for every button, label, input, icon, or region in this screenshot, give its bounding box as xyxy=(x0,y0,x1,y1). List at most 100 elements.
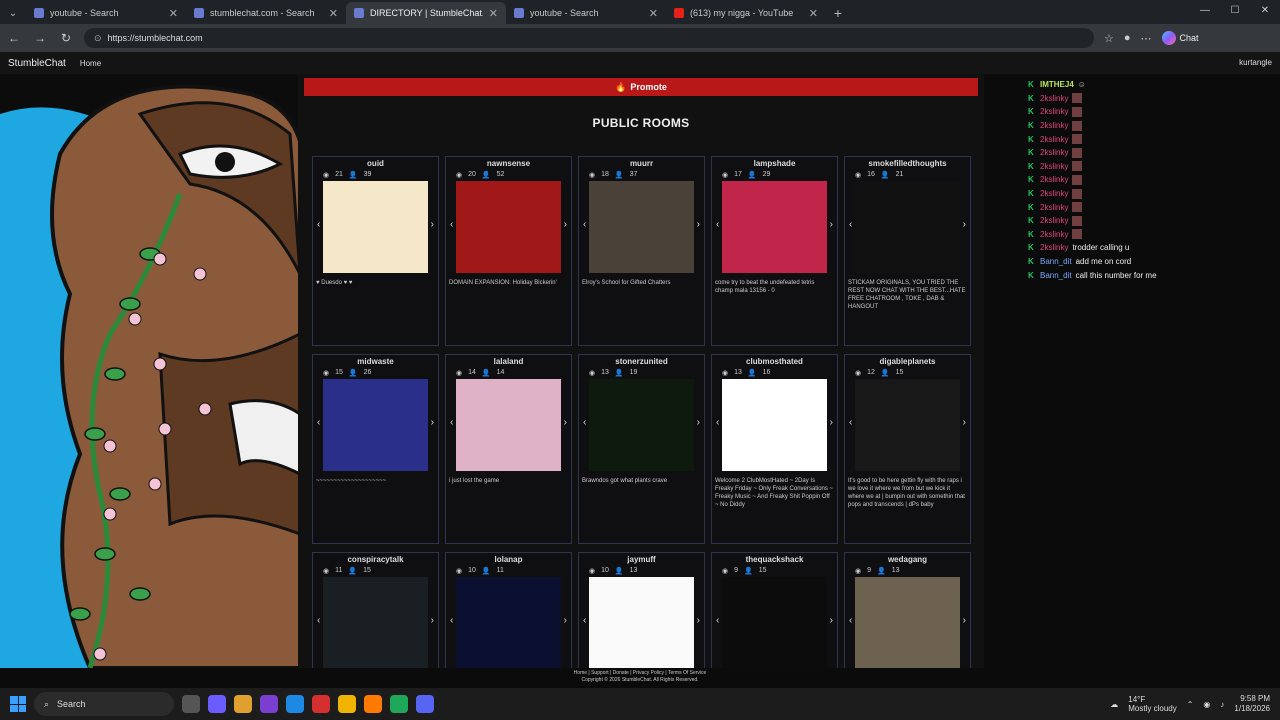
close-window-icon[interactable]: ✕ xyxy=(1250,0,1280,22)
next-arrow-icon[interactable]: › xyxy=(963,417,966,428)
tab-search-menu-icon[interactable]: ⌄ xyxy=(0,2,26,24)
prev-arrow-icon[interactable]: ‹ xyxy=(317,615,320,626)
room-thumbnail[interactable] xyxy=(722,379,827,471)
chat-image[interactable] xyxy=(1072,188,1083,199)
chat-username[interactable]: 2kslinky xyxy=(1040,121,1068,130)
room-card[interactable]: muurr ◉ 18 👤 37 ‹ › Elroy's School for Gifted C… xyxy=(578,156,705,346)
prev-arrow-icon[interactable]: ‹ xyxy=(317,417,320,428)
profile-icon[interactable]: ● xyxy=(1124,32,1131,44)
chat-image[interactable] xyxy=(1072,93,1083,104)
start-icon[interactable] xyxy=(10,696,26,712)
footer-links[interactable]: Home | Support | Donate | Privacy Policy… xyxy=(0,670,1280,677)
next-arrow-icon[interactable]: › xyxy=(963,219,966,230)
room-card[interactable]: lalaland ◉ 14 👤 14 ‹ › i just lost the game xyxy=(445,354,572,544)
prev-arrow-icon[interactable]: ‹ xyxy=(317,219,320,230)
room-card[interactable]: thequackshack ◉ 9 👤 15 ‹ › xyxy=(711,552,838,668)
chat-username[interactable]: 2kslinky xyxy=(1040,175,1068,184)
room-card[interactable]: lampshade ◉ 17 👤 29 ‹ › come try to beat the un… xyxy=(711,156,838,346)
room-thumbnail[interactable] xyxy=(323,577,428,668)
forward-icon[interactable]: → xyxy=(32,31,48,45)
favorite-icon[interactable]: ☆ xyxy=(1104,32,1114,45)
browser-tab[interactable]: (613) my nigga - YouTube ✕ xyxy=(666,2,826,24)
taskbar-search[interactable]: ⌕ Search xyxy=(34,692,174,716)
close-tab-icon[interactable]: ✕ xyxy=(649,7,658,20)
app-green-icon[interactable] xyxy=(390,695,408,713)
prev-arrow-icon[interactable]: ‹ xyxy=(583,615,586,626)
next-arrow-icon[interactable]: › xyxy=(431,417,434,428)
prev-arrow-icon[interactable]: ‹ xyxy=(716,615,719,626)
chat-image[interactable] xyxy=(1072,161,1083,172)
close-tab-icon[interactable]: ✕ xyxy=(169,7,178,20)
prev-arrow-icon[interactable]: ‹ xyxy=(849,417,852,428)
room-thumbnail[interactable] xyxy=(722,181,827,273)
prev-arrow-icon[interactable]: ‹ xyxy=(849,219,852,230)
chat-username[interactable]: 2kslinky xyxy=(1040,230,1068,239)
current-user[interactable]: kurtangle xyxy=(1239,58,1272,67)
room-thumbnail[interactable] xyxy=(589,379,694,471)
room-thumbnail[interactable] xyxy=(456,577,561,668)
weather-icon[interactable]: ☁ xyxy=(1110,700,1118,709)
prev-arrow-icon[interactable]: ‹ xyxy=(716,219,719,230)
weather-widget[interactable]: 14°F Mostly cloudy xyxy=(1128,695,1176,713)
system-clock[interactable]: 9:58 PM 1/18/2026 xyxy=(1234,694,1270,714)
room-thumbnail[interactable] xyxy=(855,577,960,668)
next-arrow-icon[interactable]: › xyxy=(830,615,833,626)
chat-image[interactable] xyxy=(1072,147,1083,158)
chat-image[interactable] xyxy=(1072,174,1083,185)
close-tab-icon[interactable]: ✕ xyxy=(329,7,338,20)
promote-button[interactable]: 🔥 Promote xyxy=(304,78,978,96)
next-arrow-icon[interactable]: › xyxy=(697,219,700,230)
chevron-up-icon[interactable]: ⌃ xyxy=(1187,700,1194,709)
store-app-icon[interactable] xyxy=(234,695,252,713)
chat-image[interactable] xyxy=(1072,106,1083,117)
browser-tab[interactable]: youtube - Search ✕ xyxy=(506,2,666,24)
room-card[interactable]: midwaste ◉ 15 👤 26 ‹ › ~~~~~~~~~~~~~~~~~~~~ xyxy=(312,354,439,544)
app-red-icon[interactable] xyxy=(312,695,330,713)
edge-icon[interactable] xyxy=(286,695,304,713)
volume-icon[interactable]: ♪ xyxy=(1220,700,1224,709)
chat-username[interactable]: 2kslinky xyxy=(1040,162,1068,171)
room-thumbnail[interactable] xyxy=(855,181,960,273)
network-icon[interactable]: ◉ xyxy=(1203,700,1210,709)
next-arrow-icon[interactable]: › xyxy=(963,615,966,626)
prev-arrow-icon[interactable]: ‹ xyxy=(450,417,453,428)
room-thumbnail[interactable] xyxy=(456,181,561,273)
room-card[interactable]: smokefilledthoughts ◉ 16 👤 21 ‹ › STICKAM ORIGI… xyxy=(844,156,971,346)
prev-arrow-icon[interactable]: ‹ xyxy=(583,219,586,230)
browser-tab[interactable]: DIRECTORY | StumbleChat.com ✕ xyxy=(346,2,506,24)
menu-icon[interactable]: ⋯ xyxy=(1141,32,1152,45)
discord-icon[interactable] xyxy=(416,695,434,713)
next-arrow-icon[interactable]: › xyxy=(431,219,434,230)
next-arrow-icon[interactable]: › xyxy=(431,615,434,626)
chat-username[interactable]: 2kslinky xyxy=(1040,148,1068,157)
room-card[interactable]: ouid ◉ 21 👤 39 ‹ › ♥ Duesdo ♥ ♥ xyxy=(312,156,439,346)
chat-username[interactable]: 2kslinky xyxy=(1040,94,1068,103)
room-card[interactable]: digableplanets ◉ 12 👤 15 ‹ › It's good to be he… xyxy=(844,354,971,544)
room-thumbnail[interactable] xyxy=(589,181,694,273)
chat-username[interactable]: 2kslinky xyxy=(1040,107,1068,116)
room-thumbnail[interactable] xyxy=(589,577,694,668)
prev-arrow-icon[interactable]: ‹ xyxy=(450,615,453,626)
prev-arrow-icon[interactable]: ‹ xyxy=(450,219,453,230)
room-card[interactable]: conspiracytalk ◉ 11 👤 15 ‹ › xyxy=(312,552,439,668)
browser-tab[interactable]: stumblechat.com - Search ✕ xyxy=(186,2,346,24)
browser-tab[interactable]: youtube - Search ✕ xyxy=(26,2,186,24)
close-tab-icon[interactable]: ✕ xyxy=(489,7,498,20)
room-thumbnail[interactable] xyxy=(323,379,428,471)
next-arrow-icon[interactable]: › xyxy=(830,417,833,428)
task-view-icon[interactable] xyxy=(182,695,200,713)
next-arrow-icon[interactable]: › xyxy=(697,615,700,626)
app-icon[interactable] xyxy=(260,695,278,713)
chat-image[interactable] xyxy=(1072,229,1083,240)
chat-username[interactable]: Bann_dit xyxy=(1040,257,1072,266)
nav-home-link[interactable]: Home xyxy=(80,59,101,68)
room-thumbnail[interactable] xyxy=(323,181,428,273)
room-card[interactable]: stonerzunited ◉ 13 👤 19 ‹ › Brawndos got what p… xyxy=(578,354,705,544)
next-arrow-icon[interactable]: › xyxy=(697,417,700,428)
maximize-icon[interactable]: ☐ xyxy=(1220,0,1250,22)
chat-username[interactable]: 2kslinky xyxy=(1040,203,1068,212)
site-brand[interactable]: StumbleChat xyxy=(8,58,66,69)
chat-username[interactable]: 2kslinky xyxy=(1040,189,1068,198)
room-card[interactable]: jaymuff ◉ 10 👤 13 ‹ › xyxy=(578,552,705,668)
back-icon[interactable]: ← xyxy=(6,31,22,45)
